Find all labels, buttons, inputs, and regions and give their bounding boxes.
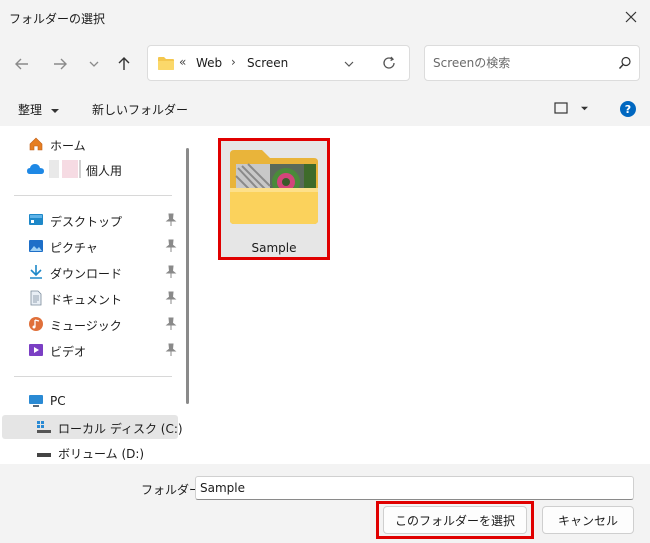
sidebar-item-label: デスクトップ bbox=[50, 215, 123, 229]
pictures-icon bbox=[29, 240, 43, 252]
sidebar-item-downloads[interactable]: ダウンロード bbox=[0, 260, 180, 284]
search-box[interactable] bbox=[424, 45, 640, 81]
navigation-pane: ホーム 個人用 デスクトップ ピクチャ ダウンロード ドキュメント ミュージック… bbox=[0, 126, 192, 464]
sidebar-item-documents[interactable]: ドキュメント bbox=[0, 286, 180, 310]
command-bar: 整理 新しいフォルダー ? bbox=[0, 92, 650, 126]
sidebar-item-label: 個人用 bbox=[86, 164, 123, 178]
svg-text:?: ? bbox=[625, 103, 631, 116]
view-dropdown-icon[interactable] bbox=[580, 105, 589, 112]
navigation-bar: « Web › Screen bbox=[0, 34, 650, 92]
sidebar-item-label: PC bbox=[50, 394, 66, 408]
sidebar-divider bbox=[14, 376, 172, 377]
address-bar[interactable]: « Web › Screen bbox=[147, 45, 410, 81]
sidebar-item-pc[interactable]: PC bbox=[0, 389, 180, 413]
pin-icon[interactable] bbox=[165, 291, 177, 305]
breadcrumb-screen[interactable]: Screen bbox=[247, 56, 288, 70]
sidebar-item-music[interactable]: ミュージック bbox=[0, 312, 180, 336]
blurred-name-block bbox=[79, 160, 81, 178]
view-icon[interactable] bbox=[554, 102, 568, 114]
pin-icon[interactable] bbox=[165, 213, 177, 227]
back-arrow-icon[interactable] bbox=[13, 55, 31, 73]
home-icon bbox=[29, 137, 43, 151]
pin-icon[interactable] bbox=[165, 265, 177, 279]
organize-label: 整理 bbox=[18, 103, 43, 117]
search-icon[interactable] bbox=[618, 56, 632, 70]
sidebar-item-videos[interactable]: ビデオ bbox=[0, 338, 180, 362]
pin-icon[interactable] bbox=[165, 317, 177, 331]
music-icon bbox=[29, 317, 43, 331]
bottom-bar: フォルダー: このフォルダーを選択 キャンセル bbox=[0, 464, 650, 543]
dialog-title: フォルダーの選択 bbox=[9, 12, 106, 26]
breadcrumb-web[interactable]: Web bbox=[196, 56, 222, 70]
pin-icon[interactable] bbox=[165, 343, 177, 357]
documents-icon bbox=[30, 290, 42, 306]
sidebar-item-pictures[interactable]: ピクチャ bbox=[0, 234, 180, 258]
sidebar-item-label: ビデオ bbox=[50, 345, 87, 359]
search-input[interactable] bbox=[433, 54, 613, 72]
sidebar-item-label: ミュージック bbox=[50, 319, 122, 333]
address-dropdown-chevron-icon[interactable] bbox=[342, 57, 356, 71]
sidebar-item-label: ダウンロード bbox=[50, 267, 123, 281]
pc-icon bbox=[29, 395, 43, 407]
cancel-button[interactable]: キャンセル bbox=[542, 506, 634, 534]
download-icon bbox=[30, 265, 42, 279]
up-arrow-icon[interactable] bbox=[115, 55, 133, 73]
organize-dropdown-icon bbox=[50, 108, 59, 113]
select-button-highlight: このフォルダーを選択 bbox=[376, 501, 534, 539]
refresh-icon[interactable] bbox=[381, 55, 397, 71]
onedrive-cloud-icon bbox=[27, 164, 44, 174]
sidebar-scrollbar[interactable] bbox=[186, 148, 189, 404]
pin-icon[interactable] bbox=[165, 239, 177, 253]
blurred-name-block bbox=[62, 160, 78, 178]
breadcrumb-separator[interactable]: › bbox=[231, 55, 236, 69]
desktop-icon bbox=[29, 214, 43, 225]
videos-icon bbox=[29, 344, 43, 356]
select-folder-button[interactable]: このフォルダーを選択 bbox=[383, 506, 527, 534]
folder-name-input[interactable] bbox=[195, 476, 634, 500]
close-icon[interactable] bbox=[621, 7, 641, 27]
title-bar: フォルダーの選択 bbox=[0, 0, 650, 34]
new-folder-button[interactable]: 新しいフォルダー bbox=[92, 101, 188, 118]
sidebar-item-label: ボリューム (D:) bbox=[58, 447, 145, 461]
drive-icon bbox=[37, 453, 51, 457]
sidebar-item-home[interactable]: ホーム bbox=[0, 132, 180, 156]
blurred-name-block bbox=[49, 160, 59, 178]
folder-icon bbox=[158, 57, 174, 70]
folder-item-selected[interactable]: Sample bbox=[218, 138, 330, 260]
sidebar-item-label: ローカル ディスク (C:) bbox=[58, 422, 183, 436]
sidebar-item-label: ホーム bbox=[50, 139, 86, 153]
organize-button[interactable]: 整理 bbox=[18, 101, 60, 118]
recent-locations-chevron-icon[interactable] bbox=[85, 55, 103, 73]
sidebar-item-local-disk[interactable]: ローカル ディスク (C:) bbox=[2, 415, 183, 439]
forward-arrow-icon[interactable] bbox=[51, 55, 69, 73]
folder-icon bbox=[230, 150, 318, 224]
sidebar-item-label: ドキュメント bbox=[50, 293, 123, 307]
sidebar-item-desktop[interactable]: デスクトップ bbox=[0, 208, 180, 232]
folder-name: Sample bbox=[251, 241, 297, 255]
breadcrumb-overflow[interactable]: « bbox=[179, 55, 186, 69]
sidebar-divider bbox=[14, 195, 172, 196]
sidebar-item-volume-d[interactable]: ボリューム (D:) bbox=[0, 440, 180, 464]
help-icon[interactable]: ? bbox=[620, 101, 636, 117]
sidebar-item-label: ピクチャ bbox=[50, 241, 98, 255]
sidebar-item-onedrive[interactable]: 個人用 bbox=[0, 157, 180, 181]
drive-icon bbox=[37, 421, 51, 433]
